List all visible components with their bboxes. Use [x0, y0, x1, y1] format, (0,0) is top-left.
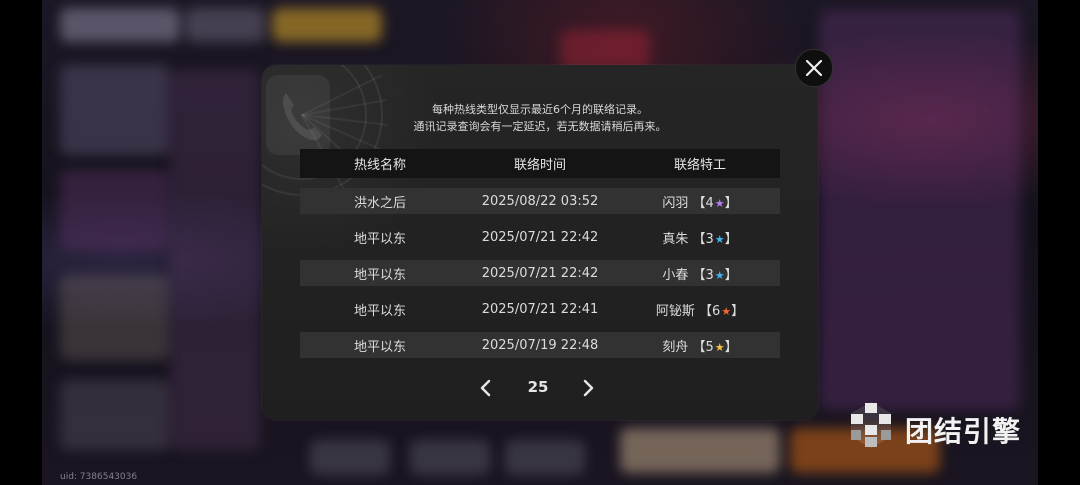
chevron-right-icon[interactable] [575, 375, 601, 401]
column-header-agent: 联络特工 [673, 158, 726, 173]
agent-name: 真朱 [662, 231, 689, 247]
agent-rank: 【4 [692, 195, 714, 211]
uid-label: uid: 7386543036 [60, 472, 138, 482]
rank-bracket: 】 [724, 195, 738, 211]
agent-cell: 小春 【3★】 [620, 264, 780, 283]
close-icon [805, 59, 823, 77]
chevron-left-icon[interactable] [473, 375, 499, 401]
table-row: 地平以东 2025/07/21 22:42 小春 【3★】 [300, 260, 780, 286]
agent-cell: 刻舟 【5★】 [620, 336, 780, 355]
agent-name: 闪羽 [662, 195, 689, 211]
agent-name: 阿铋斯 [655, 303, 695, 319]
pagination: 25 [262, 375, 818, 401]
rank-bracket: 】 [724, 231, 738, 247]
contact-records-dialog: 每种热线类型仅显示最近6个月的联络记录。 通讯记录查询会有一定延迟，若无数据请稍… [262, 65, 818, 420]
brand-name: 团结引擎 [905, 415, 1022, 448]
table-row: 地平以东 2025/07/21 22:41 阿铋斯 【6★】 [300, 296, 780, 322]
contact-time: 2025/08/22 03:52 [481, 193, 599, 209]
table-row: 地平以东 2025/07/21 22:42 真朱 【3★】 [300, 224, 780, 250]
contact-time: 2025/07/21 22:41 [481, 301, 599, 317]
table-header: 热线名称 联络时间 联络特工 [300, 149, 780, 178]
agent-rank: 【6 [698, 303, 721, 319]
agent-cell: 闪羽 【4★】 [620, 192, 780, 211]
star-icon: ★ [714, 268, 725, 282]
rank-bracket: 】 [731, 303, 745, 319]
contact-time: 2025/07/21 22:42 [481, 265, 599, 281]
hotline-name: 地平以东 [353, 267, 406, 283]
contact-time: 2025/07/21 22:42 [481, 229, 599, 245]
star-icon: ★ [721, 304, 732, 318]
records-table: 热线名称 联络时间 联络特工 洪水之后 2025/08/22 03:52 闪羽 … [300, 149, 780, 358]
hotline-name: 洪水之后 [353, 195, 406, 211]
rank-bracket: 】 [724, 339, 738, 355]
agent-name: 小春 [662, 267, 689, 283]
agent-rank: 【3 [692, 267, 714, 283]
page-number: 25 [527, 378, 549, 396]
agent-cell: 阿铋斯 【6★】 [620, 300, 780, 319]
notice-text: 每种热线类型仅显示最近6个月的联络记录。 通讯记录查询会有一定延迟，若无数据请稍… [262, 101, 818, 135]
agent-cell: 真朱 【3★】 [620, 228, 780, 247]
brand-watermark: 团结引擎 [845, 400, 1040, 450]
star-icon: ★ [714, 232, 725, 246]
table-row: 洪水之后 2025/08/22 03:52 闪羽 【4★】 [300, 188, 780, 214]
table-row: 地平以东 2025/07/19 22:48 刻舟 【5★】 [300, 332, 780, 358]
star-icon: ★ [714, 340, 725, 354]
contact-time: 2025/07/19 22:48 [481, 337, 599, 353]
hotline-name: 地平以东 [353, 339, 406, 355]
cube-logo-icon [851, 402, 891, 448]
agent-name: 刻舟 [662, 339, 689, 355]
column-header-hotline: 热线名称 [353, 158, 406, 173]
agent-rank: 【3 [692, 231, 714, 247]
close-button[interactable] [795, 49, 833, 87]
column-header-time: 联络时间 [513, 158, 566, 173]
notice-line-1: 每种热线类型仅显示最近6个月的联络记录。 [432, 103, 648, 116]
agent-rank: 【5 [692, 339, 714, 355]
hotline-name: 地平以东 [353, 231, 406, 247]
hotline-name: 地平以东 [353, 303, 406, 319]
notice-line-2: 通讯记录查询会有一定延迟，若无数据请稍后再来。 [413, 120, 667, 133]
star-icon: ★ [714, 196, 725, 210]
rank-bracket: 】 [724, 267, 738, 283]
